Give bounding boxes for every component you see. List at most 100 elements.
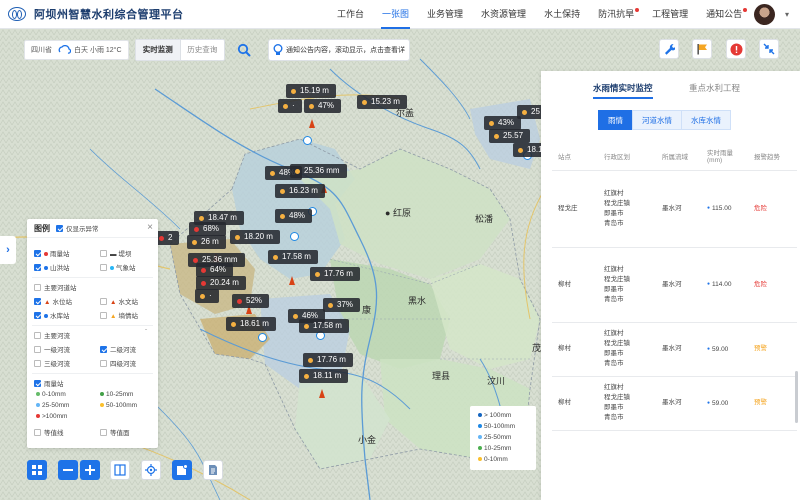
legend-section-rain[interactable]: 雨量站 <box>34 378 64 388</box>
legend-item-hydrology[interactable]: ▲ 水文站 <box>100 296 138 306</box>
tab-water-rain-monitor[interactable]: 水雨情实时监控 <box>593 82 653 99</box>
station-marker[interactable]: 26 m <box>187 235 226 249</box>
col-station: 站点 <box>552 142 598 171</box>
water-level-station-icon[interactable] <box>309 119 315 128</box>
search-button[interactable] <box>234 40 254 60</box>
station-marker[interactable]: 47% <box>304 99 342 113</box>
legend-item-river-2[interactable]: 二级河流 <box>100 344 136 354</box>
station-marker[interactable]: 15.19 m <box>286 84 336 98</box>
legend-item-river-3[interactable]: 三级河流 <box>34 358 70 368</box>
water-level-station-icon[interactable] <box>289 276 295 285</box>
legend-item-reservoir[interactable]: 水库站 <box>34 310 70 320</box>
place-hongyuan: ● 红原 <box>385 208 411 218</box>
legend-item-rain-station[interactable]: 雨量站 <box>34 248 70 258</box>
nav-business[interactable]: 业务管理 <box>418 0 472 29</box>
expand-left-panel-button[interactable]: › <box>0 236 16 264</box>
station-marker[interactable]: 18.11 m <box>299 369 349 383</box>
table-row[interactable]: 程戈庄 红旗村程戈庄镇即墨市青岛市 墨水河 115.00 危险 <box>552 170 797 248</box>
close-icon[interactable]: × <box>147 222 153 233</box>
app-logo-icon <box>8 7 26 21</box>
station-marker[interactable]: 37% <box>323 298 361 312</box>
plus-icon <box>85 465 95 475</box>
zoom-out-button[interactable] <box>58 460 78 480</box>
legend-item-contour-line[interactable]: 等值线 <box>34 427 64 437</box>
table-row[interactable]: 柳村 红旗村程戈庄镇即墨市青岛市 墨水河 59.00 预警 <box>552 376 797 431</box>
legend-section-river-stations[interactable]: 主要河道站 <box>34 282 77 292</box>
station-marker[interactable]: 20.24 m <box>196 276 246 290</box>
subtab-rain[interactable]: 雨情 <box>598 110 633 130</box>
subtab-river-water[interactable]: 河道水情 <box>632 110 682 130</box>
wrench-icon <box>665 44 675 55</box>
alert-button[interactable] <box>726 39 746 59</box>
tools-button[interactable] <box>659 39 679 59</box>
mode-switch: 实时监测 历史查询 <box>135 39 225 61</box>
collapse-button[interactable] <box>759 39 779 59</box>
place-kang: 康 <box>362 305 372 315</box>
station-marker[interactable]: · <box>195 289 219 303</box>
station-marker[interactable]: 48% <box>275 209 313 223</box>
panel-scrollbar[interactable] <box>795 371 798 423</box>
weather-text: 白天 小雨 12°C <box>74 47 122 54</box>
only-abnormal-checkbox[interactable] <box>56 224 63 232</box>
nav-one-map[interactable]: 一张图 <box>373 0 418 29</box>
nav-notices[interactable]: 通知公告 <box>697 0 751 29</box>
legend-item-river-1[interactable]: 一级河流 <box>34 344 70 354</box>
station-marker[interactable]: 17.58 m <box>268 250 318 264</box>
legend-item-weather-station[interactable]: 气象站 <box>100 262 136 272</box>
legend-item-river-4[interactable]: 四级河流 <box>100 358 136 368</box>
grid-icon <box>32 465 42 475</box>
table-header: 站点 行政区划 所属流域 实时雨量 (mm) 报警趋势 <box>552 142 797 171</box>
chevron-up-icon[interactable]: ˆ <box>145 329 147 336</box>
scale-item: 25-50mm <box>478 432 536 443</box>
station-pin[interactable] <box>290 232 299 241</box>
layers-grid-button[interactable] <box>27 460 47 480</box>
station-marker[interactable]: 25.36 mm <box>290 164 347 178</box>
station-pin[interactable] <box>258 333 267 342</box>
legend-item-contour-surface[interactable]: 等值面 <box>100 427 130 437</box>
table-row[interactable]: 柳村 红旗村程戈庄镇即墨市青岛市 墨水河 114.00 危险 <box>552 247 797 323</box>
chevron-down-icon[interactable]: ▾ <box>785 10 789 19</box>
station-marker[interactable]: 52% <box>232 294 270 308</box>
station-marker[interactable]: 18.61 m <box>226 317 276 331</box>
water-level-station-icon[interactable] <box>319 389 325 398</box>
station-marker[interactable]: 15.23 m <box>357 95 407 109</box>
history-mode-button[interactable]: 历史查询 <box>181 40 225 60</box>
legend-item-water-level[interactable]: ▲ 水位站 <box>34 296 72 306</box>
station-marker[interactable]: 64% <box>196 263 234 277</box>
station-marker[interactable]: 18.20 m <box>230 230 280 244</box>
monitor-panel: 水雨情实时监控 重点水利工程 雨情 河道水情 水库水情 站点 行政区划 所属流域… <box>541 71 800 500</box>
table-row[interactable]: 柳村 红旗村程戈庄镇即墨市青岛市 墨水河 59.00 预警 <box>552 322 797 377</box>
nav-soil-conservation[interactable]: 水土保持 <box>535 0 589 29</box>
station-marker[interactable]: 25.57 <box>489 129 531 143</box>
split-view-button[interactable] <box>110 460 130 480</box>
zoom-in-button[interactable] <box>80 460 100 480</box>
realtime-mode-button[interactable]: 实时监测 <box>136 40 181 60</box>
notification-dot <box>743 8 748 12</box>
legend-item-soil-moisture[interactable]: ▲ 墒情站 <box>100 310 138 320</box>
bookmark-button[interactable] <box>172 460 192 480</box>
place-wenchuan: 汶川 <box>487 376 506 386</box>
tab-key-projects[interactable]: 重点水利工程 <box>689 82 740 94</box>
user-avatar[interactable] <box>754 4 775 25</box>
station-marker[interactable]: 17.58 m <box>299 319 349 333</box>
nav-flood-control[interactable]: 防汛抗旱 <box>589 0 643 29</box>
station-marker[interactable]: · <box>278 99 302 113</box>
station-marker[interactable]: 68% <box>189 222 227 236</box>
legend-item-flood-station[interactable]: 山洪站 <box>34 262 70 272</box>
station-pin[interactable] <box>303 136 312 145</box>
station-marker[interactable]: 16.23 m <box>275 184 325 198</box>
station-marker[interactable]: 17.76 m <box>303 353 353 367</box>
flag-button[interactable] <box>692 39 712 59</box>
legend-section-rivers[interactable]: 主要河流 <box>34 330 70 340</box>
legend-item-dam[interactable]: ▬ 堤坝 <box>100 248 132 258</box>
locate-button[interactable] <box>141 460 161 480</box>
station-marker[interactable]: 17.76 m <box>310 267 360 281</box>
nav-workbench[interactable]: 工作台 <box>328 0 373 29</box>
subtab-reservoir-water[interactable]: 水库水情 <box>681 110 731 130</box>
station-marker[interactable]: 43% <box>484 116 522 130</box>
notice-ticker[interactable]: 通知公告内容，滚动显示，点击查看详 <box>268 39 410 61</box>
nav-water-resources[interactable]: 水资源管理 <box>472 0 535 29</box>
place-heishui: 黑水 <box>408 296 427 306</box>
nav-engineering[interactable]: 工程管理 <box>643 0 697 29</box>
document-button[interactable] <box>203 460 223 480</box>
